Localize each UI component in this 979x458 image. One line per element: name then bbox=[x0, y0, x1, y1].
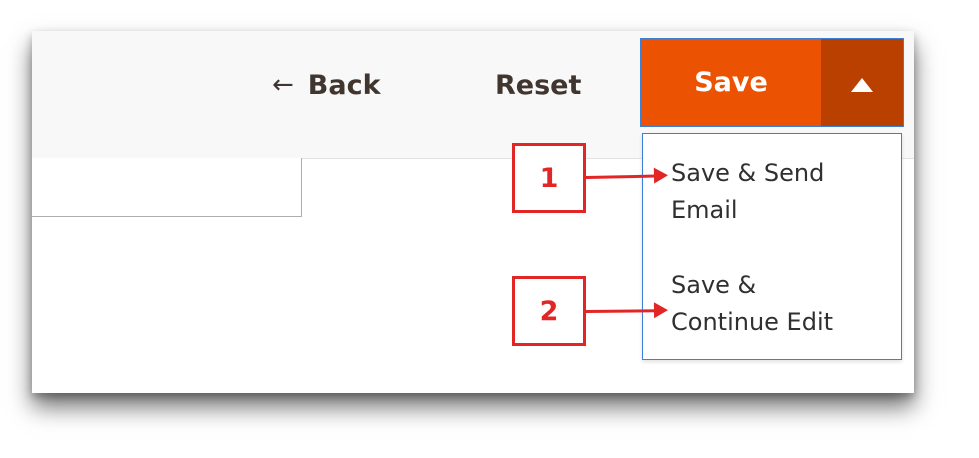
save-options-menu: Save & Send Email Save & Continue Edit bbox=[642, 133, 902, 360]
menu-item-save-and-continue-edit[interactable]: Save & Continue Edit bbox=[671, 267, 896, 341]
screenshot-frame: ← Back Reset Save Save & Send Email Save… bbox=[32, 31, 914, 393]
menu-item-save-and-send-email[interactable]: Save & Send Email bbox=[671, 155, 896, 229]
arrow-left-icon: ← bbox=[272, 70, 294, 100]
back-button[interactable]: ← Back bbox=[272, 65, 381, 105]
save-options-toggle[interactable] bbox=[821, 39, 903, 126]
save-split-button: Save bbox=[640, 38, 904, 127]
form-input-field[interactable] bbox=[32, 158, 302, 217]
caret-up-icon bbox=[851, 77, 873, 92]
back-button-label: Back bbox=[307, 69, 381, 101]
save-button[interactable]: Save bbox=[641, 39, 821, 126]
reset-button[interactable]: Reset bbox=[495, 65, 581, 105]
callout-marker-2: 2 bbox=[512, 276, 586, 346]
callout-marker-1: 1 bbox=[512, 143, 586, 213]
